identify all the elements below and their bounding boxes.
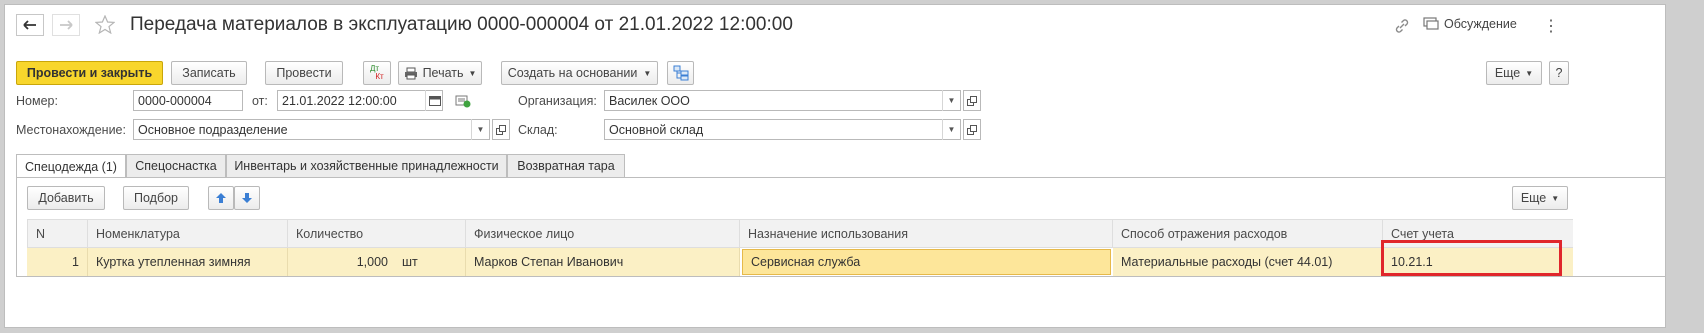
row-number: 1 <box>27 248 88 276</box>
date-field[interactable]: 21.01.2022 12:00:00 <box>277 90 443 111</box>
row-unit[interactable]: шт <box>394 248 466 276</box>
column-header-person[interactable]: Физическое лицо <box>466 219 740 248</box>
favorite-star-icon[interactable] <box>94 14 116 37</box>
create-based-on-label: Создать на основании <box>507 66 638 80</box>
open-warehouse-button[interactable] <box>963 119 981 140</box>
highlight-box <box>1381 240 1562 276</box>
chevron-down-icon: ▼ <box>1525 68 1534 78</box>
number-label: Номер: <box>16 94 58 108</box>
chevron-down-icon: ▼ <box>1551 193 1560 203</box>
more-menu-icon[interactable]: ⋮ <box>1543 16 1559 36</box>
open-location-button[interactable] <box>492 119 510 140</box>
back-button[interactable] <box>16 14 44 36</box>
link-icon[interactable] <box>1394 18 1410 37</box>
move-up-button[interactable] <box>208 186 234 210</box>
more-label: Еще <box>1494 66 1521 80</box>
pick-button[interactable]: Подбор <box>123 186 189 210</box>
location-field[interactable]: Основное подразделение <box>133 119 490 140</box>
structure-button[interactable] <box>667 61 694 85</box>
discussion-label: Обсуждение <box>1444 17 1517 31</box>
print-label: Печать <box>422 66 464 80</box>
forward-button[interactable] <box>52 14 80 36</box>
column-header-nomenclature[interactable]: Номенклатура <box>88 219 288 248</box>
dt-kt-button[interactable]: Дт Кт <box>363 61 391 85</box>
kt-label: Кт <box>375 72 384 81</box>
location-value: Основное подразделение <box>138 122 288 137</box>
row-expense-method[interactable]: Материальные расходы (счет 44.01) <box>1113 248 1383 276</box>
open-organization-button[interactable] <box>963 90 981 111</box>
document-status-icon[interactable] <box>455 94 471 111</box>
warehouse-value: Основной склад <box>609 122 704 137</box>
row-nomenclature[interactable]: Куртка утепленная зимняя <box>88 248 288 276</box>
table-more-button[interactable]: Еще ▼ <box>1512 186 1568 210</box>
print-button[interactable]: Печать ▼ <box>398 61 482 85</box>
arrow-left-icon <box>23 20 36 30</box>
date-value: 21.01.2022 12:00:00 <box>282 93 397 108</box>
column-header-purpose[interactable]: Назначение использования <box>740 219 1113 248</box>
row-quantity[interactable]: 1,000 <box>288 248 394 276</box>
date-label: от: <box>252 94 268 108</box>
discussion-button[interactable]: Обсуждение <box>1423 17 1517 31</box>
move-down-button[interactable] <box>234 186 260 210</box>
chevron-down-icon[interactable]: ▼ <box>942 90 960 111</box>
save-button[interactable]: Записать <box>171 61 247 85</box>
location-label: Местонахождение: <box>16 123 126 137</box>
more-button[interactable]: Еще ▼ <box>1486 61 1542 85</box>
open-icon <box>496 124 506 135</box>
chevron-down-icon: ▼ <box>468 68 477 78</box>
column-header-expense-method[interactable]: Способ отражения расходов <box>1113 219 1383 248</box>
post-and-close-button[interactable]: Провести и закрыть <box>16 61 163 85</box>
arrow-down-icon <box>242 193 252 203</box>
chevron-down-icon[interactable]: ▼ <box>471 119 489 140</box>
document-window: Передача материалов в эксплуатацию 0000-… <box>4 4 1666 328</box>
tab-special-tooling[interactable]: Спецоснастка <box>126 154 226 178</box>
add-row-button[interactable]: Добавить <box>27 186 105 210</box>
help-button[interactable]: ? <box>1549 61 1569 85</box>
post-button[interactable]: Провести <box>265 61 343 85</box>
column-header-n[interactable]: N <box>27 219 88 248</box>
tab-workwear[interactable]: Спецодежда (1) <box>16 154 126 179</box>
chevron-down-icon: ▼ <box>643 68 652 78</box>
arrow-up-icon <box>216 193 226 203</box>
tab-inventory[interactable]: Инвентарь и хозяйственные принадлежности <box>226 154 507 178</box>
open-icon <box>967 124 977 135</box>
row-purpose-cell-active[interactable]: Сервисная служба <box>742 249 1111 275</box>
open-icon <box>967 95 977 106</box>
calendar-icon[interactable] <box>425 90 443 111</box>
number-field[interactable]: 0000-000004 <box>133 90 243 111</box>
hierarchy-icon <box>673 65 688 81</box>
organization-value: Василек ООО <box>609 93 690 108</box>
printer-icon <box>404 67 417 79</box>
tab-returnable-containers[interactable]: Возвратная тара <box>507 154 625 178</box>
page-title: Передача материалов в эксплуатацию 0000-… <box>130 14 793 35</box>
table-more-label: Еще <box>1520 191 1547 205</box>
chat-icon <box>1423 17 1439 30</box>
organization-field[interactable]: Василек ООО <box>604 90 961 111</box>
create-based-on-button[interactable]: Создать на основании ▼ <box>501 61 658 85</box>
arrow-right-icon <box>60 20 73 30</box>
organization-label: Организация: <box>518 94 597 108</box>
chevron-down-icon[interactable]: ▼ <box>942 119 960 140</box>
column-header-quantity[interactable]: Количество <box>288 219 466 248</box>
warehouse-label: Склад: <box>518 123 558 137</box>
warehouse-field[interactable]: Основной склад <box>604 119 961 140</box>
row-person[interactable]: Марков Степан Иванович <box>466 248 740 276</box>
